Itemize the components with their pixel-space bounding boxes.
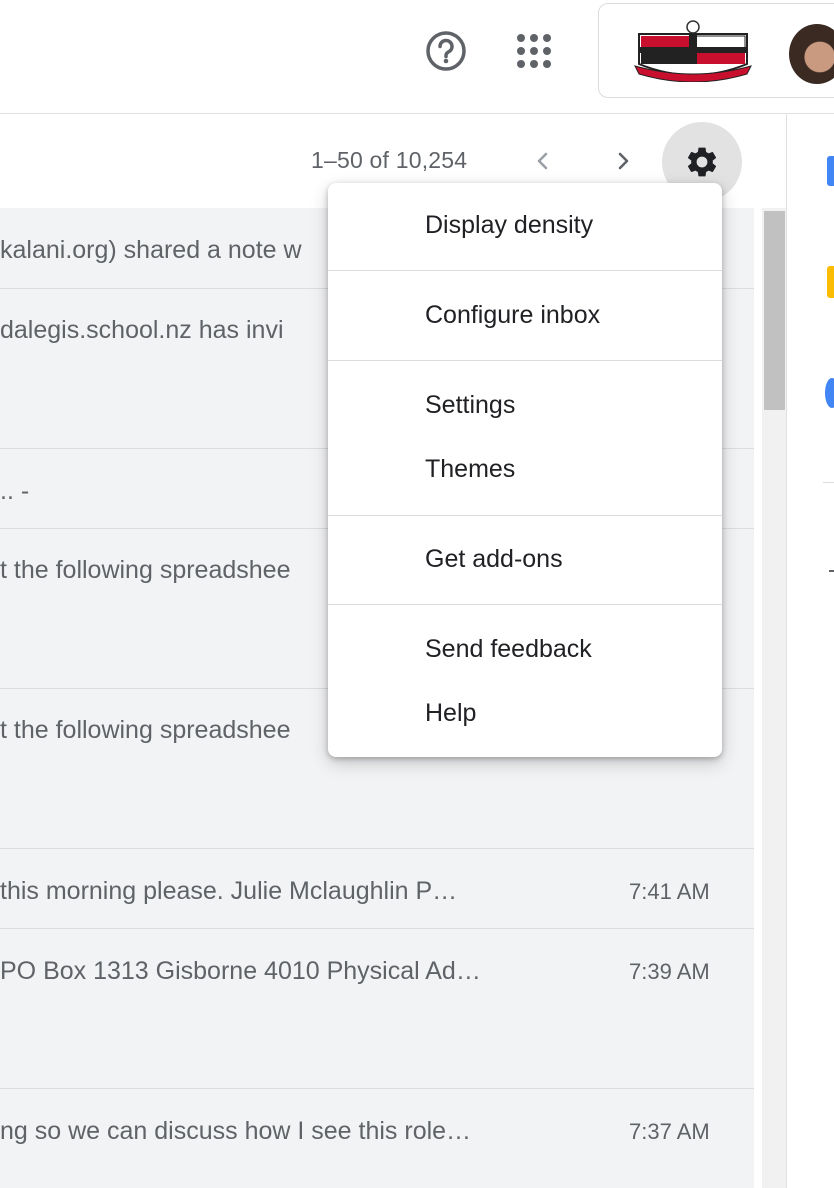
email-snippet: kalani.org) shared a note w: [0, 236, 302, 264]
menu-divider: [328, 604, 722, 605]
apps-grid-icon[interactable]: [514, 31, 554, 71]
email-row[interactable]: PO Box 1313 Gisborne 4010 Physical Ad… 7…: [0, 929, 754, 1089]
settings-menu: Display density Configure inbox Settings…: [328, 183, 722, 757]
email-snippet: this morning please. Julie Mclaughlin P…: [0, 877, 458, 905]
top-bar: [0, 0, 834, 114]
menu-item-settings[interactable]: Settings: [425, 391, 515, 420]
email-row[interactable]: this morning please. Julie Mclaughlin P……: [0, 849, 754, 929]
email-snippet: dalegis.school.nz has invi: [0, 316, 284, 344]
email-time: 7:37 AM: [629, 1119, 710, 1144]
menu-item-send-feedback[interactable]: Send feedback: [425, 635, 592, 664]
email-snippet: t the following spreadshee: [0, 556, 291, 584]
tasks-icon[interactable]: [825, 378, 834, 408]
menu-item-themes[interactable]: Themes: [425, 455, 515, 484]
chevron-right-icon[interactable]: [608, 146, 638, 176]
email-row[interactable]: ng so we can discuss how I see this role…: [0, 1089, 754, 1188]
menu-divider: [328, 360, 722, 361]
email-snippet: ng so we can discuss how I see this role…: [0, 1117, 472, 1145]
email-snippet: .. -: [0, 477, 30, 505]
gear-icon: [687, 147, 717, 177]
menu-item-help[interactable]: Help: [425, 699, 476, 728]
calendar-icon[interactable]: [827, 156, 834, 186]
user-avatar[interactable]: [789, 24, 834, 84]
menu-divider: [328, 515, 722, 516]
page-count: 1–50 of 10,254: [311, 147, 468, 173]
chevron-left-icon[interactable]: [528, 146, 558, 176]
help-icon[interactable]: [424, 29, 468, 73]
email-snippet: t the following spreadshee: [0, 716, 291, 744]
menu-item-display-density[interactable]: Display density: [425, 211, 593, 240]
email-time: 7:39 AM: [629, 959, 710, 984]
side-panel: [786, 114, 834, 1188]
menu-divider: [328, 270, 722, 271]
menu-item-configure-inbox[interactable]: Configure inbox: [425, 301, 600, 330]
email-snippet: PO Box 1313 Gisborne 4010 Physical Ad…: [0, 957, 481, 985]
scrollbar-thumb[interactable]: [764, 211, 785, 410]
side-divider: [823, 482, 834, 483]
add-icon[interactable]: [829, 570, 834, 572]
email-time: 7:41 AM: [629, 879, 710, 904]
menu-item-get-add-ons[interactable]: Get add-ons: [425, 545, 563, 574]
keep-icon[interactable]: [827, 266, 834, 298]
account-switcher[interactable]: [598, 3, 834, 98]
school-crest-logo: [634, 20, 752, 82]
